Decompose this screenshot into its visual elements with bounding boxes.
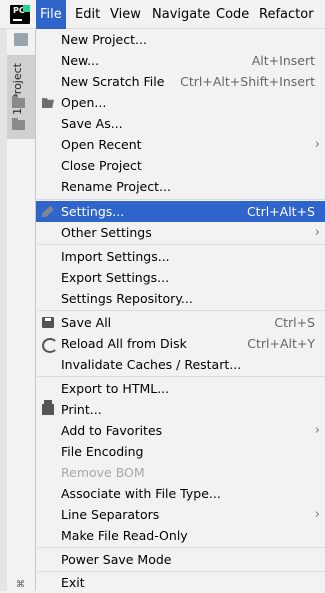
- menu-item-other-settings[interactable]: Other Settings ›: [36, 222, 325, 243]
- shortcut-label: Ctrl+Alt+Y: [247, 336, 315, 351]
- structure-icon[interactable]: ⌘: [16, 580, 25, 590]
- menu-navigate[interactable]: Navigate: [148, 0, 214, 29]
- menu-edit[interactable]: Edit: [71, 0, 104, 29]
- menu-separator: [37, 547, 325, 548]
- menu-view[interactable]: View: [106, 0, 145, 29]
- menu-item-open[interactable]: Open...: [36, 92, 325, 113]
- submenu-arrow-icon: ›: [314, 507, 320, 522]
- menu-separator: [37, 376, 325, 377]
- menu-item-new-scratch-file[interactable]: New Scratch File Ctrl+Alt+Shift+Insert: [36, 71, 325, 92]
- menu-item-rename-project[interactable]: Rename Project...: [36, 176, 325, 197]
- menu-item-export-html[interactable]: Export to HTML...: [36, 378, 325, 399]
- menu-item-save-all[interactable]: Save All Ctrl+S: [36, 312, 325, 333]
- left-tool-strip: [0, 29, 7, 591]
- shortcut-label: Ctrl+S: [274, 315, 315, 330]
- menu-separator: [37, 244, 325, 245]
- menu-item-new-project[interactable]: New Project...: [36, 29, 325, 50]
- menu-item-make-read-only[interactable]: Make File Read-Only: [36, 525, 325, 546]
- main-menu-bar: PC File Edit View Navigate Code Refactor: [0, 0, 325, 29]
- menu-separator: [37, 310, 325, 311]
- menu-item-power-save-mode[interactable]: Power Save Mode: [36, 549, 325, 570]
- menu-separator: [37, 199, 325, 200]
- shortcut-label: Ctrl+Alt+S: [246, 204, 315, 219]
- menu-item-new[interactable]: New... Alt+Insert: [36, 50, 325, 71]
- submenu-arrow-icon: ›: [314, 423, 320, 438]
- folder-icon[interactable]: [14, 33, 28, 46]
- folder-icon[interactable]: [12, 96, 25, 108]
- menu-item-reload-all[interactable]: Reload All from Disk Ctrl+Alt+Y: [36, 333, 325, 354]
- save-icon: [42, 317, 54, 328]
- menu-code[interactable]: Code: [212, 0, 253, 29]
- folder-icon[interactable]: [12, 118, 25, 130]
- menu-item-save-as[interactable]: Save As...: [36, 113, 325, 134]
- menu-item-remove-bom: Remove BOM: [61, 465, 145, 480]
- submenu-arrow-icon: ›: [314, 225, 320, 240]
- menu-item-close-project[interactable]: Close Project: [36, 155, 325, 176]
- menu-item-exit[interactable]: Exit: [36, 572, 325, 593]
- shortcut-label: Ctrl+Alt+Shift+Insert: [180, 74, 315, 89]
- menu-item-open-recent[interactable]: Open Recent ›: [36, 134, 325, 155]
- menu-refactor[interactable]: Refactor: [255, 0, 318, 29]
- menu-item-file-encoding[interactable]: File Encoding: [36, 441, 325, 462]
- menu-item-settings[interactable]: Settings... Ctrl+Alt+S: [36, 201, 325, 222]
- submenu-arrow-icon: ›: [314, 137, 320, 152]
- shortcut-label: Alt+Insert: [251, 53, 315, 68]
- menu-file[interactable]: File: [36, 0, 66, 29]
- reload-icon: [42, 338, 58, 353]
- menu-item-associate-file-type[interactable]: Associate with File Type...: [36, 483, 325, 504]
- file-menu-dropdown: New Project... New... Alt+Insert New Scr…: [35, 29, 325, 591]
- menu-item-line-separators[interactable]: Line Separators ›: [36, 504, 325, 525]
- menu-item-invalidate-caches[interactable]: Invalidate Caches / Restart...: [36, 354, 325, 375]
- menu-item-export-settings[interactable]: Export Settings...: [36, 267, 325, 288]
- pycharm-logo-icon[interactable]: PC: [10, 5, 30, 24]
- menu-item-print[interactable]: Print...: [36, 399, 325, 420]
- menu-item-add-to-favorites[interactable]: Add to Favorites ›: [36, 420, 325, 441]
- wrench-icon: [42, 206, 54, 217]
- menu-item-import-settings[interactable]: Import Settings...: [36, 246, 325, 267]
- print-icon: [42, 400, 54, 415]
- folder-open-icon: [42, 98, 54, 108]
- menu-item-settings-repository[interactable]: Settings Repository...: [36, 288, 325, 309]
